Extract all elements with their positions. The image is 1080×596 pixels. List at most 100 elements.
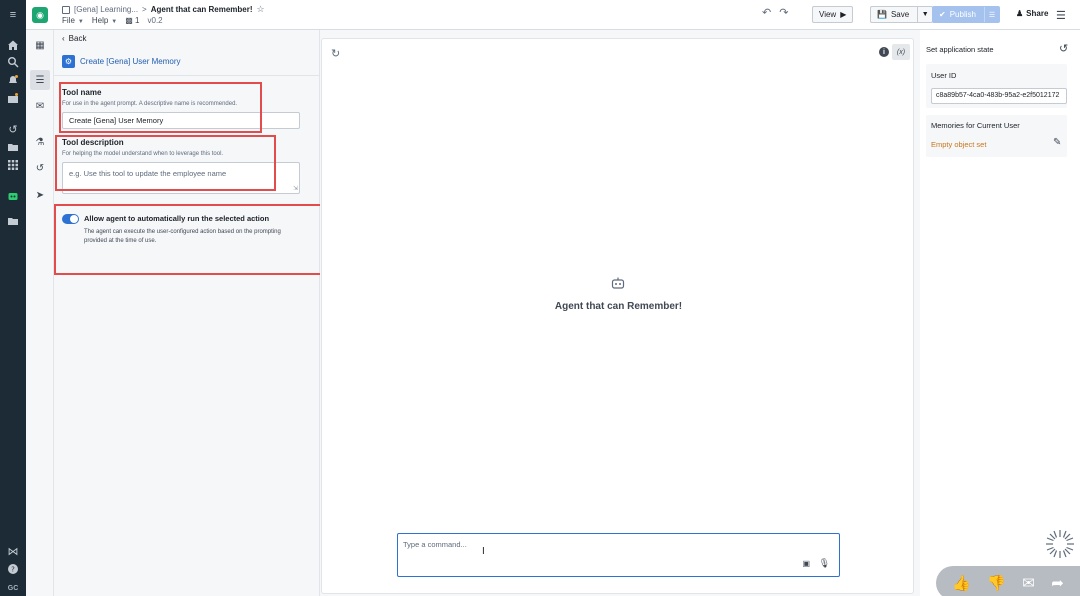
view-button[interactable]: View ▶ [812, 6, 854, 23]
back-button[interactable]: ‹ Back [62, 34, 86, 43]
menu-file[interactable]: File ▼ [62, 16, 84, 25]
save-icon: 💾 [877, 10, 887, 19]
flask-icon[interactable]: ⚗ [30, 132, 50, 152]
back-label: Back [68, 34, 87, 43]
refresh-icon[interactable]: ↻ [331, 47, 340, 60]
view-label: View [819, 10, 837, 19]
file-menu-bar: File ▼ Help ▼ ▩ 1 v0.2 [62, 16, 163, 25]
branch-icon: ▩ [125, 16, 133, 25]
reset-icon[interactable]: ↺ [1059, 42, 1068, 55]
rocket-icon[interactable]: ➤ [30, 185, 50, 205]
document-icon [62, 5, 70, 14]
user-id-input[interactable]: c8a89b57-4ca0-483b-95a2-e2f5012172 [931, 88, 1067, 104]
expand-icon[interactable]: ≡ [0, 8, 26, 22]
feedback-toolbar: 👍 👎 ✉ ➦ [936, 566, 1080, 596]
tool-name-input[interactable]: Create [Gena] User Memory [62, 112, 300, 129]
comment-icon[interactable]: ✉ [1022, 574, 1035, 592]
people-icon: ♟ [1016, 9, 1024, 18]
notifications-icon[interactable] [0, 73, 26, 87]
variables-button[interactable]: (x) [892, 44, 910, 60]
folder-icon[interactable] [0, 140, 26, 154]
state-title: Set application state [926, 45, 994, 54]
chat-icon[interactable]: ✉ [30, 96, 50, 116]
share-label: Share [1026, 9, 1049, 18]
more-menu-icon[interactable]: ☰ [1056, 9, 1066, 22]
user-id-card: User ID c8a89b57-4ca0-483b-95a2-e2f50121… [926, 64, 1067, 108]
thumbs-up-icon[interactable]: 👍 [952, 574, 971, 592]
auto-run-help: The agent can execute the user-configure… [84, 229, 281, 244]
version-label: v0.2 [147, 16, 163, 25]
edit-icon[interactable]: ✎ [1053, 137, 1061, 148]
star-icon[interactable]: ☆ [257, 4, 265, 15]
undo-icon[interactable]: ↶ [762, 6, 771, 19]
auto-run-label: Allow agent to automatically run the sel… [84, 214, 270, 223]
branch-indicator[interactable]: ▩ 1 [125, 16, 139, 25]
search-icon[interactable] [0, 55, 26, 69]
menu-help[interactable]: Help ▼ [92, 16, 117, 25]
apps-icon[interactable] [0, 91, 26, 105]
history-icon[interactable]: ↺ [30, 158, 50, 178]
tool-title: Create [Gena] User Memory [80, 57, 181, 66]
agent-logo-icon: ◉ [32, 7, 48, 23]
home-icon[interactable] [0, 38, 26, 52]
user-avatar[interactable]: GC [0, 581, 26, 595]
robot-icon [611, 277, 625, 289]
integration-icon[interactable]: ⋈ [0, 544, 26, 558]
table-icon[interactable]: ▦ [30, 35, 50, 55]
tool-description-placeholder: e.g. Use this tool to update the employe… [69, 169, 227, 178]
undo-redo: ↶ ↷ [762, 6, 788, 19]
global-nav-rail: ≡ ↺ ⋈ ? GC [0, 0, 26, 596]
history-icon[interactable]: ↺ [0, 122, 26, 136]
publish-button[interactable]: ✔ Publish ☰ [932, 6, 1000, 23]
tool-name-help: For use in the agent prompt. A descripti… [62, 101, 238, 107]
memories-value[interactable]: Empty object set [931, 140, 986, 149]
auto-run-toggle[interactable] [62, 214, 79, 224]
chevron-left-icon: ‹ [62, 34, 65, 43]
share-arrow-icon[interactable]: ➦ [1051, 574, 1064, 592]
save-options-chevron-icon[interactable]: ▼ [917, 7, 932, 22]
tool-description-help: For helping the model understand when to… [62, 151, 224, 157]
svg-text:?: ? [11, 566, 15, 574]
loading-spinner-icon [1046, 530, 1074, 558]
check-circle-icon: ✔ [939, 10, 946, 19]
save-button[interactable]: 💾 Save ▼ [870, 6, 934, 23]
tool-name-label: Tool name [62, 88, 102, 97]
page-title[interactable]: Agent that can Remember! [151, 5, 253, 14]
tool-header: ⚙ Create [Gena] User Memory [62, 55, 180, 68]
command-input[interactable]: Type a command... I ▣ 🎙 [397, 533, 840, 577]
breadcrumb-parent[interactable]: [Gena] Learning... [74, 5, 138, 14]
caret-down-icon: ▼ [77, 19, 84, 25]
projects-icon[interactable] [0, 214, 26, 228]
share-button[interactable]: ♟ Share [1016, 9, 1048, 18]
application-state-panel: Set application state ↺ User ID c8a89b57… [920, 30, 1080, 596]
thumbs-down-icon[interactable]: 👎 [987, 574, 1006, 592]
tool-config-panel: ‹ Back ⚙ Create [Gena] User Memory Tool … [54, 30, 320, 596]
tool-icon: ⚙ [62, 55, 75, 68]
play-icon: ▶ [840, 10, 847, 19]
caret-down-icon: ▼ [111, 19, 118, 25]
agent-icon[interactable] [0, 189, 26, 203]
microphone-icon[interactable]: 🎙 [819, 558, 830, 569]
tool-description-input[interactable]: e.g. Use this tool to update the employe… [62, 162, 300, 194]
publish-settings-icon[interactable]: ☰ [983, 7, 999, 22]
user-id-label: User ID [931, 71, 957, 80]
command-placeholder: Type a command... [403, 540, 467, 549]
sliders-icon[interactable]: ☰ [30, 70, 50, 90]
agent-preview: ↻ i (x) Agent that can Remember! Type a … [321, 38, 914, 594]
info-icon[interactable]: i [879, 47, 889, 57]
tool-description-label: Tool description [62, 138, 124, 147]
redo-icon[interactable]: ↷ [779, 6, 788, 19]
divider [54, 75, 320, 76]
publish-label: Publish [949, 10, 976, 19]
memories-label: Memories for Current User [931, 121, 1020, 130]
editor-sidebar: ▦ ☰ ✉ ⚗ ↺ ➤ [26, 30, 54, 596]
agent-title: Agent that can Remember! [554, 301, 683, 312]
resize-handle-icon[interactable]: ⇲ [293, 185, 298, 192]
memories-card: Memories for Current User Empty object s… [926, 115, 1067, 157]
text-cursor-icon: I [482, 546, 485, 557]
help-icon[interactable]: ? [0, 562, 26, 576]
app-header: ◉ [Gena] Learning... > Agent that can Re… [26, 0, 1080, 30]
breadcrumb: [Gena] Learning... > Agent that can Reme… [62, 4, 265, 15]
grid-icon[interactable] [0, 158, 26, 172]
image-upload-icon[interactable]: ▣ [802, 559, 810, 568]
